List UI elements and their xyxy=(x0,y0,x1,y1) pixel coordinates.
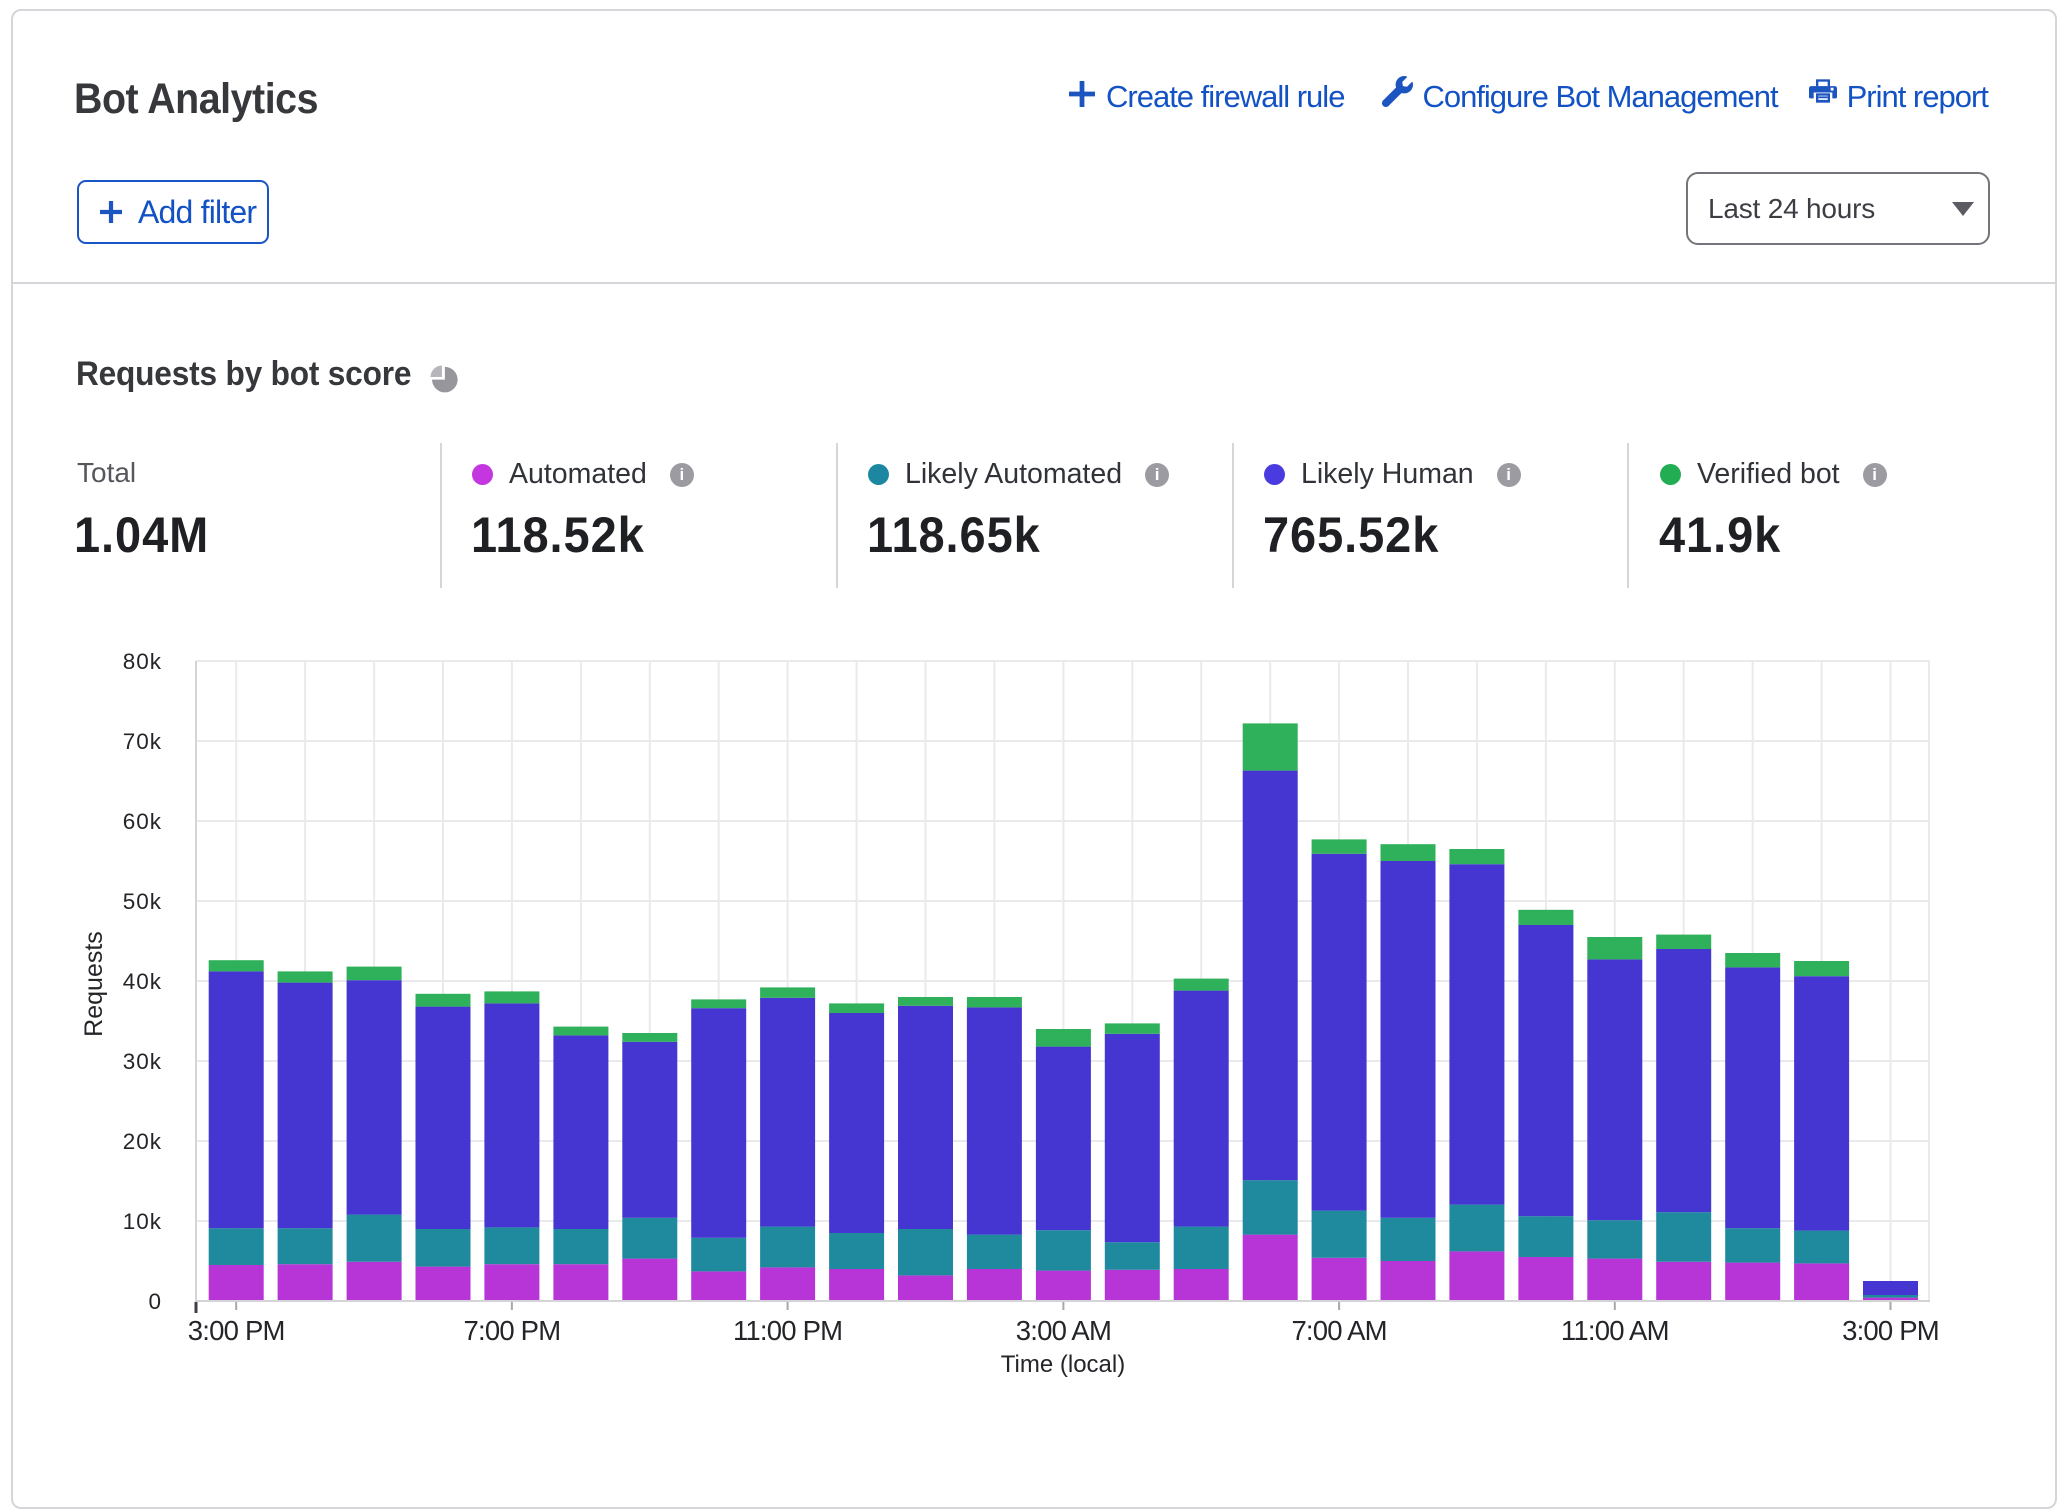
svg-text:11:00 AM: 11:00 AM xyxy=(1561,1315,1669,1346)
svg-text:60k: 60k xyxy=(123,809,162,834)
svg-text:7:00 AM: 7:00 AM xyxy=(1291,1315,1386,1346)
svg-text:70k: 70k xyxy=(123,729,162,754)
svg-text:50k: 50k xyxy=(123,889,162,914)
svg-text:3:00 PM: 3:00 PM xyxy=(1842,1315,1939,1346)
svg-text:10k: 10k xyxy=(123,1209,162,1234)
svg-text:3:00 AM: 3:00 AM xyxy=(1016,1315,1111,1346)
svg-text:11:00 PM: 11:00 PM xyxy=(733,1315,842,1346)
svg-text:3:00 PM: 3:00 PM xyxy=(188,1315,285,1346)
svg-text:7:00 PM: 7:00 PM xyxy=(463,1315,560,1346)
svg-text:30k: 30k xyxy=(123,1049,162,1074)
svg-text:80k: 80k xyxy=(123,649,162,674)
svg-text:Time (local): Time (local) xyxy=(1001,1351,1125,1378)
svg-text:0: 0 xyxy=(148,1289,162,1314)
svg-text:40k: 40k xyxy=(123,969,162,994)
svg-text:Requests: Requests xyxy=(80,931,108,1037)
svg-text:20k: 20k xyxy=(123,1129,162,1154)
